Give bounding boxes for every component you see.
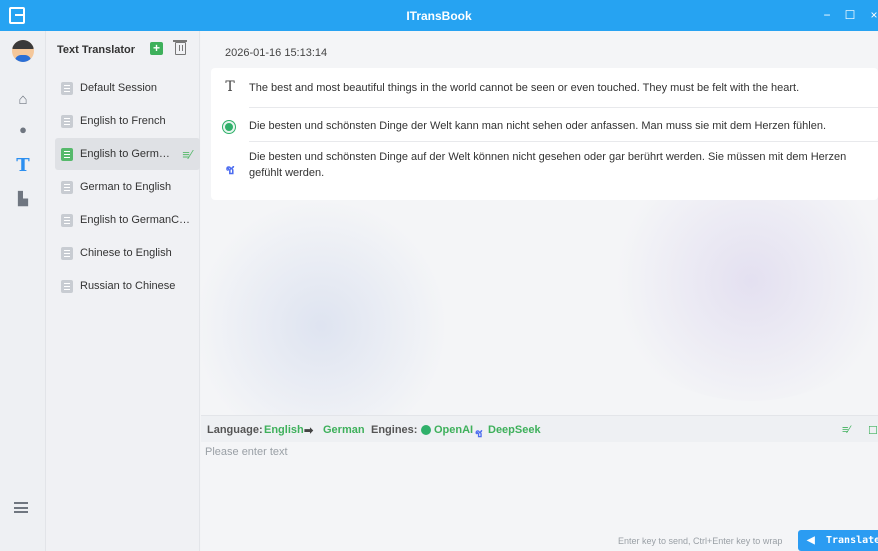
menu-list-icon[interactable]	[14, 502, 28, 513]
session-doc-icon	[61, 181, 73, 194]
panel-title: Text Translator	[57, 44, 136, 56]
copy-icon[interactable]: ☐	[868, 424, 878, 437]
window-title: ITransBook	[406, 9, 472, 23]
engines-label: Engines:	[371, 424, 418, 436]
source-language-select[interactable]: English	[264, 424, 304, 436]
session-doc-icon	[61, 247, 73, 260]
session-item[interactable]: German to English	[55, 171, 200, 203]
document-icon[interactable]: ▙	[14, 190, 32, 208]
translation-card: T The best and most beautiful things in …	[211, 68, 878, 200]
home-icon[interactable]: ⌂	[14, 91, 32, 109]
session-label: German to English	[80, 181, 172, 193]
session-label: English to GermanChine...	[80, 214, 195, 226]
source-text-icon: T	[225, 79, 235, 95]
edit-list-icon[interactable]: ≡⁄	[182, 147, 192, 162]
translate-button[interactable]: ◀ Translate	[798, 530, 878, 551]
message-timestamp: 2026-01-16 15:13:14	[225, 47, 328, 59]
background-decoration	[191, 201, 451, 451]
session-label: Russian to Chinese	[80, 280, 176, 292]
session-list: Default Session English to French Englis…	[55, 72, 200, 303]
session-item[interactable]: Russian to Chinese	[55, 270, 200, 302]
session-doc-icon	[61, 280, 73, 293]
arrow-right-icon: ➡	[304, 425, 314, 437]
session-item[interactable]: Chinese to English	[55, 237, 200, 269]
delete-session-button[interactable]	[173, 40, 187, 55]
divider	[249, 141, 878, 142]
session-doc-icon	[61, 148, 73, 161]
session-item[interactable]: English to GermanChine...	[55, 204, 200, 236]
edit-list-icon[interactable]: ≡⁄	[842, 424, 850, 436]
chat-icon[interactable]: ●	[14, 121, 32, 139]
add-session-button[interactable]: +	[150, 42, 163, 55]
session-label: English to French	[80, 115, 166, 127]
target-language-select[interactable]: German	[323, 424, 365, 436]
session-item-active[interactable]: English to German ≡⁄	[55, 138, 200, 170]
session-doc-icon	[61, 82, 73, 95]
minimize-button[interactable]: −	[819, 7, 835, 23]
session-item[interactable]: Default Session	[55, 72, 200, 104]
session-label: Default Session	[80, 82, 158, 94]
openai-icon	[223, 121, 235, 133]
session-doc-icon	[61, 115, 73, 128]
user-avatar[interactable]	[12, 40, 34, 62]
engine-deepseek[interactable]: DeepSeek	[488, 424, 541, 436]
session-panel-header: Text Translator +	[46, 31, 200, 69]
title-bar: ITransBook − ☐ ×	[0, 0, 878, 31]
session-label: Chinese to English	[80, 247, 172, 259]
close-button[interactable]: ×	[866, 7, 878, 23]
openai-translation: Die besten und schönsten Dinge der Welt …	[249, 120, 827, 132]
text-input[interactable]	[205, 446, 865, 516]
text-translate-icon[interactable]: T	[14, 157, 32, 175]
maximize-button[interactable]: ☐	[842, 7, 858, 23]
translation-area: 2026-01-16 15:13:14 T The best and most …	[191, 31, 878, 551]
engine-openai[interactable]: OpenAI	[434, 424, 473, 436]
send-hint: Enter key to send, Ctrl+Enter key to wra…	[618, 536, 783, 546]
source-text: The best and most beautiful things in th…	[249, 82, 800, 94]
session-item[interactable]: English to French	[55, 105, 200, 137]
translate-button-label: Translate	[826, 535, 878, 546]
session-doc-icon	[61, 214, 73, 227]
deepseek-icon: ช	[475, 428, 483, 440]
language-label: Language:	[207, 424, 263, 436]
deepseek-translation: Die besten und schönsten Dinge auf der W…	[249, 151, 847, 179]
divider	[249, 107, 878, 108]
deepseek-icon: ช	[225, 162, 235, 177]
input-area: Enter key to send, Ctrl+Enter key to wra…	[201, 442, 878, 551]
language-bar: Language: English ➡ German Engines: Open…	[201, 415, 878, 442]
openai-icon	[421, 425, 431, 435]
send-icon: ◀	[807, 535, 815, 546]
nav-rail: ⌂ ● T ▙	[0, 31, 46, 551]
session-panel: Text Translator + Default Session Englis…	[46, 31, 200, 551]
session-label: English to German	[80, 148, 170, 160]
